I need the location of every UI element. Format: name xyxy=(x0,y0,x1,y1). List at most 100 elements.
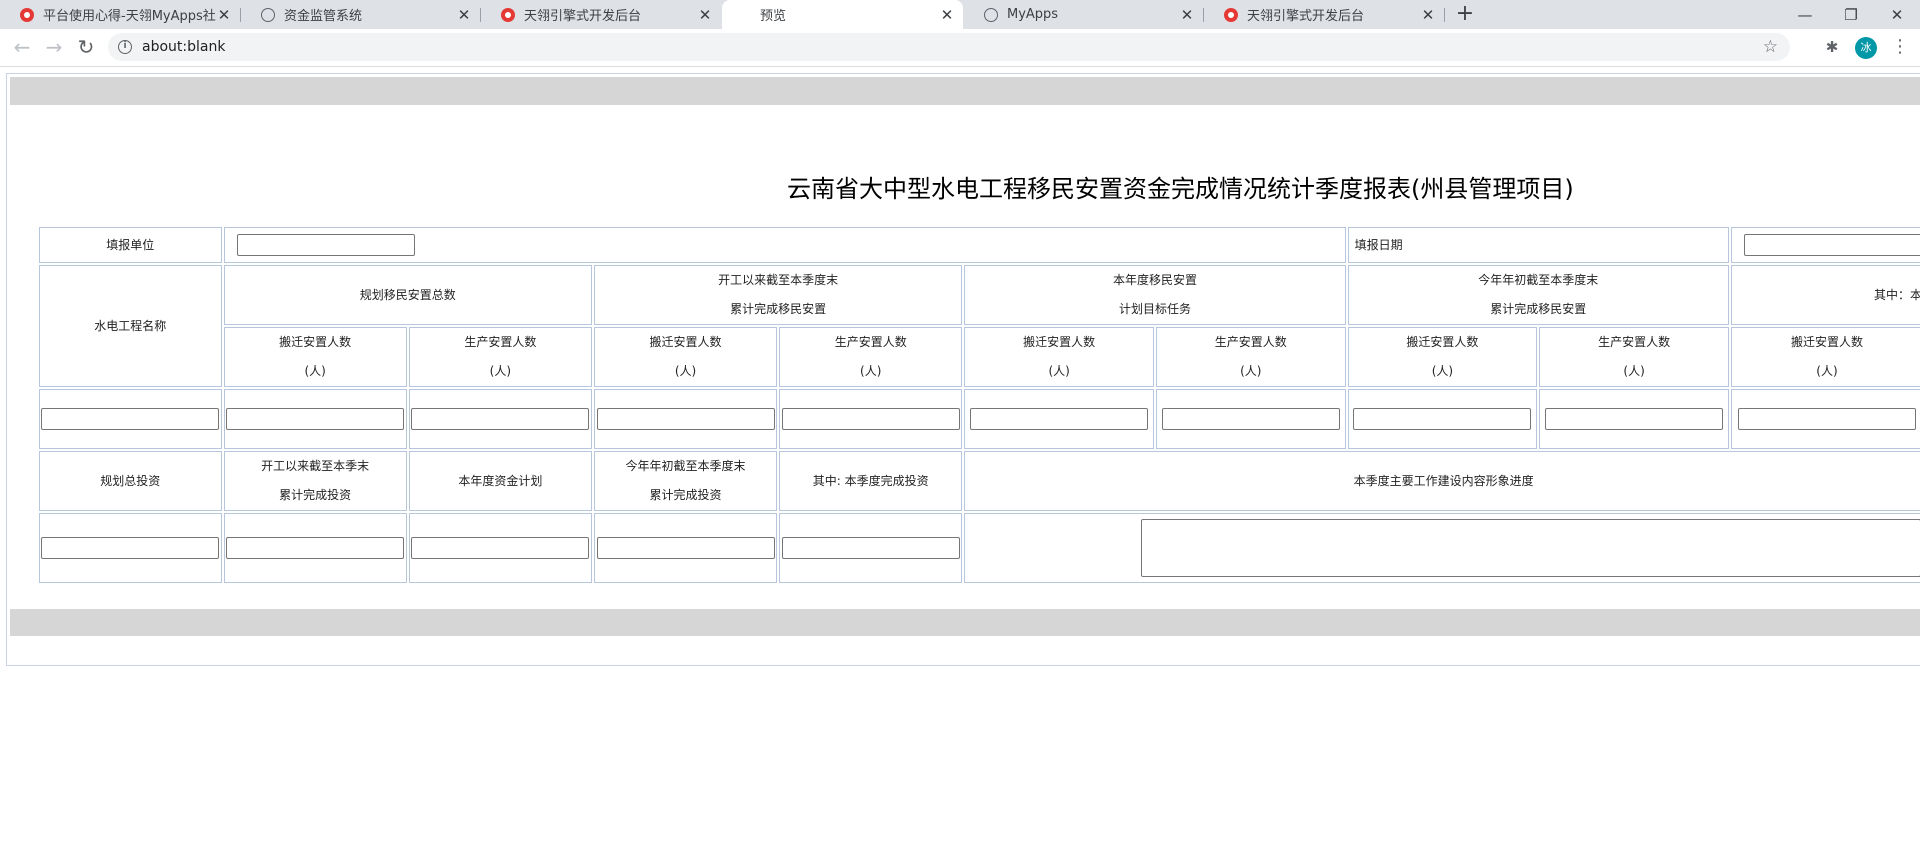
input-cell xyxy=(408,513,592,583)
sub-header-0: 搬迁安置人数 (人) xyxy=(223,327,407,387)
extensions-puzzle-icon[interactable]: ✱ xyxy=(1823,38,1841,56)
progress-header: 本季度主要工作建设内容形象进度 xyxy=(964,451,1920,511)
cumulative-investment-input[interactable] xyxy=(226,537,405,559)
close-window-button[interactable]: ✕ xyxy=(1874,0,1920,29)
report-title: 云南省大中型水电工程移民安置资金完成情况统计季度报表(州县管理项目) xyxy=(787,175,1574,203)
close-tab-icon[interactable]: ✕ xyxy=(216,6,232,24)
annual-production-input[interactable] xyxy=(1161,408,1340,430)
invest-header-0: 规划总投资 xyxy=(39,451,222,511)
reload-icon[interactable]: ↻ xyxy=(72,33,100,61)
globe-icon xyxy=(984,7,998,22)
input-cell xyxy=(779,389,963,449)
close-tab-icon[interactable]: ✕ xyxy=(1179,6,1195,24)
tab-2[interactable]: 天翎引擎式开发后台 ✕ xyxy=(481,0,721,29)
input-cell xyxy=(1347,389,1538,449)
sub-header-7: 生产安置人数 (人) xyxy=(1539,327,1729,387)
report-frame: 云南省大中型水电工程移民安置资金完成情况统计季度报表(州县管理项目) 填报单位 … xyxy=(6,73,1920,666)
cumulative-production-input[interactable] xyxy=(781,408,960,430)
project-name-input[interactable] xyxy=(41,408,220,430)
fill-date-label: 填报日期 xyxy=(1347,227,1729,263)
ytd-relocation-input[interactable] xyxy=(1353,408,1532,430)
profile-avatar[interactable]: 冰 xyxy=(1855,37,1877,59)
project-name-label: 水电工程名称 xyxy=(39,265,222,387)
annual-fund-plan-input[interactable] xyxy=(411,537,590,559)
input-cell xyxy=(964,389,1154,449)
tab-0[interactable]: 平台使用心得-天翎MyApps社区 ✕ xyxy=(0,0,241,29)
ytd-production-input[interactable] xyxy=(1545,408,1724,430)
tab-title: MyApps xyxy=(1007,7,1059,22)
more-menu-icon[interactable]: ⋮ xyxy=(1890,35,1910,61)
invest-header-2: 本年度资金计划 xyxy=(408,451,592,511)
planned-investment-input[interactable] xyxy=(41,537,220,559)
sub-header-8: 搬迁安置人数 (人) xyxy=(1730,327,1920,387)
sub-header-6: 搬迁安置人数 (人) xyxy=(1347,327,1538,387)
project-name-cell xyxy=(39,389,222,449)
planned-production-input[interactable] xyxy=(411,408,590,430)
info-icon[interactable]: i xyxy=(118,40,132,54)
forward-arrow-icon[interactable]: → xyxy=(40,33,68,61)
input-cell xyxy=(779,513,963,583)
tab-5[interactable]: 天翎引擎式开发后台 ✕ xyxy=(1204,0,1445,29)
tab-title: 预览 xyxy=(760,9,787,24)
annual-relocation-input[interactable] xyxy=(970,408,1149,430)
bookmark-star-icon[interactable]: ☆ xyxy=(1763,37,1778,57)
app-icon xyxy=(1224,7,1238,22)
close-tab-icon[interactable]: ✕ xyxy=(456,6,472,24)
report-table: 填报单位 填报日期 水电工程名称 规划移民安置总数 开工以来截至本季度末 累计完… xyxy=(37,225,1920,585)
input-cell xyxy=(1539,389,1729,449)
sub-header-3: 生产安置人数 (人) xyxy=(779,327,963,387)
planned-relocation-input[interactable] xyxy=(226,408,405,430)
tab-title: 平台使用心得-天翎MyApps社区 xyxy=(43,9,216,24)
sub-header-4: 搬迁安置人数 (人) xyxy=(964,327,1154,387)
tab-title: 天翎引擎式开发后台 xyxy=(1247,9,1365,24)
restore-button[interactable]: ❐ xyxy=(1828,0,1874,29)
invest-header-3: 今年年初截至本季度末 累计完成投资 xyxy=(593,451,778,511)
app-icon xyxy=(501,7,515,22)
input-cell xyxy=(1155,389,1346,449)
tab-title: 天翎引擎式开发后台 xyxy=(524,9,642,24)
globe-icon xyxy=(261,7,275,22)
top-gray-bar xyxy=(10,77,1920,105)
progress-cell xyxy=(964,513,1920,583)
group-header-4: 其中：本 xyxy=(1730,265,1920,325)
tab-separator xyxy=(1444,8,1445,22)
progress-textarea[interactable] xyxy=(1141,519,1920,577)
bottom-gray-bar xyxy=(10,609,1920,636)
input-cell xyxy=(223,389,407,449)
fill-unit-label: 填报单位 xyxy=(39,227,222,263)
fill-date-input[interactable] xyxy=(1743,234,1920,256)
fill-unit-cell xyxy=(223,227,1346,263)
tab-3-active[interactable]: 预览 ✕ xyxy=(722,0,963,29)
app-icon xyxy=(20,7,34,22)
cumulative-relocation-input[interactable] xyxy=(596,408,775,430)
group-header-0: 规划移民安置总数 xyxy=(223,265,592,325)
invest-header-4: 其中: 本季度完成投资 xyxy=(779,451,963,511)
tab-1[interactable]: 资金监管系统 ✕ xyxy=(241,0,481,29)
input-cell xyxy=(39,513,222,583)
minimize-button[interactable]: — xyxy=(1782,0,1828,29)
quarter-investment-input[interactable] xyxy=(781,537,960,559)
address-bar[interactable]: i about:blank ☆ xyxy=(108,33,1790,61)
fill-date-cell xyxy=(1730,227,1920,263)
quarter-relocation-input[interactable] xyxy=(1737,408,1916,430)
sub-header-1: 生产安置人数 (人) xyxy=(408,327,592,387)
group-header-2: 本年度移民安置 计划目标任务 xyxy=(964,265,1346,325)
new-tab-button[interactable]: + xyxy=(1452,0,1478,29)
invest-header-1: 开工以来截至本季末 累计完成投资 xyxy=(223,451,407,511)
close-tab-icon[interactable]: ✕ xyxy=(939,6,955,24)
group-header-1: 开工以来截至本季度末 累计完成移民安置 xyxy=(593,265,963,325)
ytd-investment-input[interactable] xyxy=(596,537,775,559)
input-cell xyxy=(593,513,778,583)
tab-title: 资金监管系统 xyxy=(284,9,363,24)
browser-toolbar: ← → ↻ i about:blank ☆ ✱ 冰 ⋮ xyxy=(0,29,1920,67)
close-tab-icon[interactable]: ✕ xyxy=(1420,6,1436,24)
back-arrow-icon[interactable]: ← xyxy=(8,33,36,61)
fill-unit-input[interactable] xyxy=(236,234,415,256)
input-cell xyxy=(408,389,592,449)
url-text[interactable]: about:blank xyxy=(142,39,225,55)
group-header-3: 今年年初截至本季度末 累计完成移民安置 xyxy=(1347,265,1729,325)
sub-header-2: 搬迁安置人数 (人) xyxy=(593,327,778,387)
sub-header-5: 生产安置人数 (人) xyxy=(1155,327,1346,387)
tab-4[interactable]: MyApps ✕ xyxy=(964,0,1204,29)
close-tab-icon[interactable]: ✕ xyxy=(697,6,713,24)
